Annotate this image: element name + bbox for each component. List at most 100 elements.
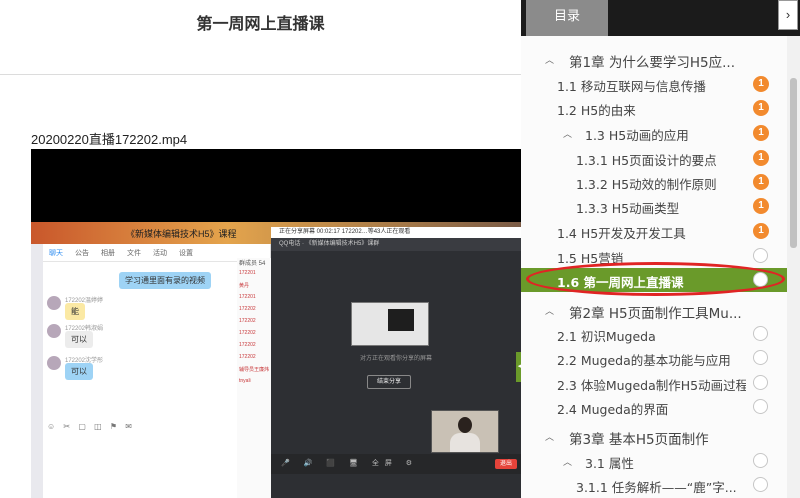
toc-item[interactable]: 1.2 H5的由来 1: [521, 96, 787, 120]
toc-item-label: 1.2 H5的由来: [557, 103, 636, 118]
chat-message: 可以: [65, 331, 93, 348]
toc-item[interactable]: 1.3.1 H5页面设计的要点 1: [521, 146, 787, 170]
toc-item-label: 1.3.1 H5页面设计的要点: [576, 153, 717, 168]
toc-item[interactable]: 2.1 初识Mugeda: [521, 322, 787, 346]
toc-item-label: 1.3 H5动画的应用: [585, 128, 689, 143]
sidebar-header: 目录 ›: [521, 0, 800, 36]
unread-badge: 1: [753, 76, 769, 92]
title-divider: [0, 74, 521, 75]
toc-item[interactable]: 2.3 体验Mugeda制作H5动画过程: [521, 371, 787, 395]
toc-item[interactable]: 1.5 H5营销: [521, 244, 787, 268]
chat-tab-4: 活动: [153, 249, 167, 257]
toc-item-active[interactable]: 1.6 第一周网上直播课: [521, 268, 787, 292]
member-item: 172201: [239, 294, 256, 300]
chat-tab-0: 聊天: [49, 249, 63, 257]
chat-tab-5: 设置: [179, 249, 193, 257]
unread-badge: 1: [753, 150, 769, 166]
member-item: 172202: [239, 330, 256, 336]
toc-tab[interactable]: 目录: [526, 0, 608, 36]
progress-circle-icon: [753, 375, 768, 390]
toc-item-label: 3.1 属性: [585, 456, 634, 471]
toc-scroll-thumb[interactable]: [790, 78, 797, 248]
chat-tab-2: 相册: [101, 249, 115, 257]
toc-item[interactable]: 2.2 Mugeda的基本功能与应用: [521, 346, 787, 370]
toc-scrollbar[interactable]: [787, 36, 800, 498]
toc-item[interactable]: ︿ 第2章 H5页面制作工具Mu...: [521, 298, 787, 322]
toc-item[interactable]: ︿ 1.3 H5动画的应用 1: [521, 121, 787, 145]
collapse-sidebar-button[interactable]: ›: [778, 0, 798, 30]
chevron-up-icon[interactable]: ︿: [545, 53, 554, 66]
toc-item[interactable]: ︿ 3.1 属性: [521, 449, 787, 473]
toc-item[interactable]: 1.1 移动互联网与信息传播 1: [521, 72, 787, 96]
unread-badge: 1: [753, 223, 769, 239]
toc-item-label: 3.1.1 任务解析——“鹿”字...: [576, 480, 737, 495]
progress-circle-icon: [753, 272, 768, 287]
unread-badge: 1: [753, 100, 769, 116]
banner-text: 《新媒体编辑技术H5》课程: [126, 229, 237, 239]
exit-call-button: 退出: [495, 459, 517, 469]
unread-badge: 1: [753, 198, 769, 214]
member-item: 172202: [239, 342, 256, 348]
progress-circle-icon: [753, 248, 768, 263]
avatar: [47, 324, 61, 338]
toc-item-label: 1.4 H5开发及开发工具: [557, 226, 686, 241]
chevron-up-icon[interactable]: ︿: [545, 430, 554, 443]
live-call-window: 正在分享屏幕 00:02:17 172202…等43人正在观看 QQ电话 · 《…: [271, 227, 521, 498]
member-count: 群成员 54: [239, 261, 266, 267]
shared-screen-thumbnail: [351, 302, 429, 346]
member-item: 172202: [239, 354, 256, 360]
unread-badge: 1: [753, 174, 769, 190]
chevron-up-icon[interactable]: ︿: [545, 304, 554, 317]
share-status-bar: 正在分享屏幕 00:02:17 172202…等43人正在观看: [271, 227, 521, 238]
webcam-view: [431, 410, 499, 453]
call-title-bar: QQ电话 · 《新媒体编辑技术H5》课群: [271, 238, 521, 251]
progress-circle-icon: [753, 453, 768, 468]
toc-item[interactable]: 1.3.2 H5动效的制作原则 1: [521, 170, 787, 194]
member-list: 群成员 54 172201 黄丹 172201 172202 172202 17…: [237, 258, 271, 498]
main-content: 第一周网上直播课 20200220直播172202.mp4 《新媒体编辑技术H5…: [0, 0, 521, 498]
toc-item-label: 2.2 Mugeda的基本功能与应用: [557, 353, 731, 368]
member-item: tnyali: [239, 378, 251, 384]
toc-item[interactable]: 3.1.1 任务解析——“鹿”字...: [521, 473, 787, 497]
toc-item-label: 2.3 体验Mugeda制作H5动画过程: [557, 378, 746, 393]
unread-badge: 1: [753, 125, 769, 141]
progress-circle-icon: [753, 399, 768, 414]
toc-item[interactable]: 1.4 H5开发及开发工具 1: [521, 219, 787, 243]
member-item: 辅导员王廉炜: [239, 367, 270, 373]
toc-item-label: 1.1 移动互联网与信息传播: [557, 79, 706, 94]
member-item: 黄丹: [239, 283, 250, 289]
toc-item-label: 2.1 初识Mugeda: [557, 329, 656, 344]
toc-item[interactable]: 2.4 Mugeda的界面: [521, 395, 787, 419]
toc-item-label: 1.6 第一周网上直播课: [557, 275, 684, 290]
share-note: 对方正在观看你分享的屏幕: [359, 356, 432, 362]
toc-item-label: 第1章 为什么要学习H5应...: [569, 55, 735, 71]
member-item: 172202: [239, 306, 256, 312]
toc-item[interactable]: ︿ 第3章 基本H5页面制作: [521, 424, 787, 448]
progress-circle-icon: [753, 477, 768, 492]
member-item: 172202: [239, 318, 256, 324]
page-title: 第一周网上直播课: [196, 14, 325, 33]
toc-item-label: 第3章 基本H5页面制作: [569, 432, 709, 448]
progress-circle-icon: [753, 350, 768, 365]
chat-tab-1: 公告: [75, 249, 89, 257]
screen-share-frame: 《新媒体编辑技术H5》课程 聊天 公告 相册 文件 活动 设置 学习通里面有录的…: [31, 222, 521, 498]
toc-item-label: 1.3.2 H5动效的制作原则: [576, 177, 717, 192]
toc-item[interactable]: ︿ 第1章 为什么要学习H5应...: [521, 47, 787, 71]
toc-list: ︿ 第1章 为什么要学习H5应... 1.1 移动互联网与信息传播 1 1.2 H5的由…: [521, 36, 787, 498]
member-item: 172201: [239, 270, 256, 276]
toc-item-label: 2.4 Mugeda的界面: [557, 402, 669, 417]
toc-item-label: 1.5 H5营销: [557, 251, 624, 266]
progress-circle-icon: [753, 326, 768, 341]
call-controls: 🎤 🔊 ⬛ 🖥 全屏 ⚙: [271, 454, 521, 474]
chevron-up-icon[interactable]: ︿: [563, 127, 572, 140]
toc-item-label: 第2章 H5页面制作工具Mu...: [569, 306, 742, 322]
chat-toolbar: ☺ ✂ ▢ ◫ ⚑ ✉: [47, 422, 135, 431]
toc-item[interactable]: 1.3.3 H5动画类型 1: [521, 194, 787, 218]
chevron-up-icon[interactable]: ︿: [563, 455, 572, 468]
video-player[interactable]: 《新媒体编辑技术H5》课程 聊天 公告 相册 文件 活动 设置 学习通里面有录的…: [31, 149, 521, 498]
chat-tab-3: 文件: [127, 249, 141, 257]
app-root: 第一周网上直播课 20200220直播172202.mp4 《新媒体编辑技术H5…: [0, 0, 800, 498]
chat-message: 学习通里面有录的视频: [119, 272, 211, 289]
avatar: [47, 296, 61, 310]
chat-message: 能: [65, 303, 85, 320]
